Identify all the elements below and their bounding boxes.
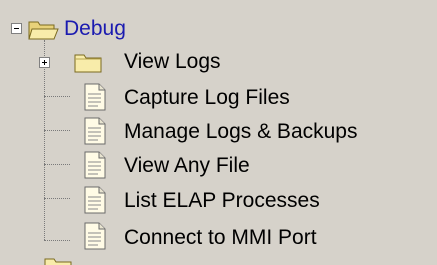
open-folder-icon (28, 21, 59, 40)
tree-node-label: Capture Log Files (124, 86, 290, 109)
tree-connector-line (44, 240, 70, 241)
tree-view: Debug View Logs Capture Log Files Manage… (0, 0, 437, 265)
tree-connector-line (44, 130, 70, 131)
tree-node-label: View Any File (124, 154, 250, 177)
tree-node-label: Connect to MMI Port (124, 226, 317, 249)
tree-node-label: Debug (64, 17, 126, 40)
folder-icon (44, 258, 72, 265)
tree-connector-line (44, 198, 70, 199)
tree-connector-line (44, 96, 70, 97)
tree-connector-line (44, 164, 70, 165)
document-icon (84, 83, 106, 111)
tree-node-label: View Logs (124, 50, 221, 73)
tree-node-label: Manage Logs & Backups (124, 120, 358, 143)
tree-node-label: List ELAP Processes (124, 189, 320, 212)
expand-toggle[interactable] (39, 57, 50, 68)
collapse-toggle[interactable] (11, 23, 22, 34)
document-icon (84, 117, 106, 145)
document-icon (84, 186, 106, 214)
document-icon (84, 222, 106, 250)
folder-icon (74, 54, 102, 73)
document-icon (84, 151, 106, 179)
tree-connector-line (44, 40, 45, 240)
